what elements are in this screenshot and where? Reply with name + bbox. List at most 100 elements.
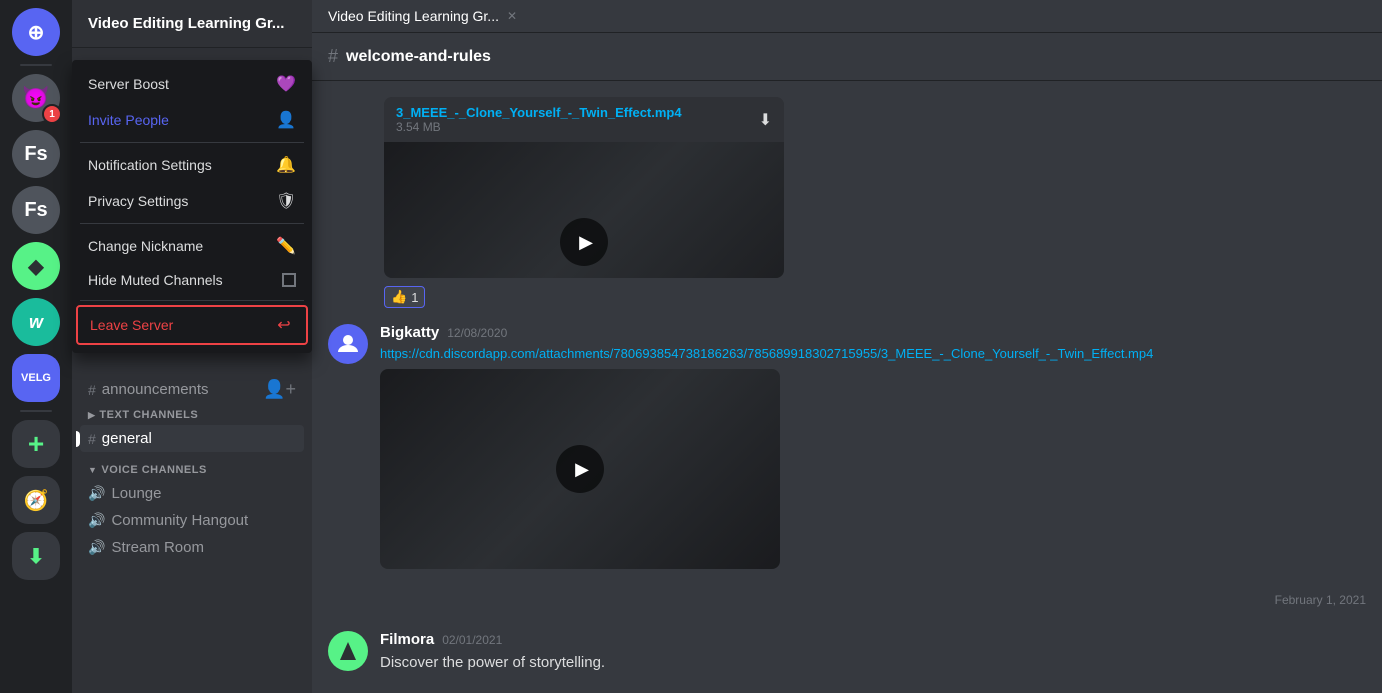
message-content-filmora: Filmora 02/01/2021 Discover the power of… (380, 631, 1366, 673)
server-icon-velg[interactable]: VELG (12, 354, 60, 402)
server-name-header[interactable]: Video Editing Learning Gr... (72, 0, 312, 48)
menu-item-change-nickname[interactable]: Change Nickname ✏️ (76, 228, 308, 264)
channel-header-name: welcome-and-rules (346, 48, 491, 66)
author-name-bigkatty: Bigkatty (380, 324, 439, 341)
timestamp-filmora: 02/01/2021 (442, 633, 502, 647)
reaction-row-1: 👍 1 (384, 286, 1366, 308)
text-channels-label: TEXT CHANNELS (99, 409, 198, 421)
message-content-bigkatty: Bigkatty 12/08/2020 https://cdn.discorda… (380, 324, 1366, 569)
video-play-button-1[interactable] (560, 218, 608, 266)
avatar-filmora (328, 631, 368, 671)
message-text-filmora: Discover the power of storytelling. (380, 652, 1366, 673)
announcements-label: announcements (102, 381, 209, 398)
author-name-filmora: Filmora (380, 631, 434, 648)
menu-item-notification-settings-label: Notification Settings (88, 157, 212, 173)
server-icon-emoji[interactable]: 😈 (12, 74, 60, 122)
server-icon-teal-w[interactable]: w (12, 298, 60, 346)
reaction-emoji: 👍 (391, 289, 407, 305)
leave-icon: ↩ (274, 315, 294, 335)
menu-item-change-nickname-label: Change Nickname (88, 238, 203, 254)
add-member-icon[interactable]: 👤+ (263, 379, 296, 400)
menu-divider-3 (80, 300, 304, 301)
stream-speaker-icon: 🔊 (88, 539, 105, 556)
server-icon-discord-home[interactable]: ⊕ (12, 8, 60, 56)
voice-channels-label: VOICE CHANNELS (101, 464, 206, 476)
video-filename-1[interactable]: 3_MEEE_-_Clone_Yourself_-_Twin_Effect.mp… (396, 105, 682, 120)
active-channel-indicator (76, 431, 80, 447)
channel-item-community-hangout[interactable]: 🔊 Community Hangout (80, 507, 304, 534)
server-name-text: Video Editing Learning Gr... (88, 15, 284, 32)
menu-item-leave-server[interactable]: Leave Server ↩ (76, 305, 308, 345)
voice-channels-header[interactable]: ▼ VOICE CHANNELS (80, 460, 304, 480)
video-thumbnail-2[interactable] (380, 369, 780, 569)
channel-item-announcements[interactable]: # announcements 👤+ (80, 374, 304, 405)
server-icon-download[interactable]: ⬇ (12, 532, 60, 580)
channel-header-hash-icon: # (328, 46, 338, 67)
menu-item-invite-people[interactable]: Invite People 👤 (76, 102, 308, 138)
server-icon-fs1[interactable]: Fs (12, 130, 60, 178)
server-list: ⊕ 😈 Fs Fs ◆ w VELG + 🧭 ⬇ (0, 0, 72, 693)
video-download-icon-1[interactable]: ⬇ (759, 110, 772, 130)
channel-list: # announcements 👤+ ▶ TEXT CHANNELS # gen… (72, 358, 312, 585)
message-row-bigkatty: Bigkatty 12/08/2020 https://cdn.discorda… (328, 320, 1366, 573)
channel-item-general[interactable]: # general (80, 425, 304, 452)
server-icon-fs2[interactable]: Fs (12, 186, 60, 234)
menu-item-notification-settings[interactable]: Notification Settings 🔔 (76, 147, 308, 183)
tab-close-button[interactable]: ✕ (507, 9, 517, 23)
edit-icon: ✏️ (276, 236, 296, 256)
main-content: Video Editing Learning Gr... ✕ # welcome… (312, 0, 1382, 693)
server-tab-title[interactable]: Video Editing Learning Gr... ✕ (312, 0, 533, 32)
menu-item-privacy-settings[interactable]: Privacy Settings 🛡 (76, 183, 308, 219)
date-divider: February 1, 2021 (328, 593, 1366, 607)
menu-item-hide-muted[interactable]: Hide Muted Channels (76, 264, 308, 296)
announcements-hash-icon: # (88, 382, 96, 398)
text-channels-header[interactable]: ▶ TEXT CHANNELS (80, 405, 304, 425)
avatar-bigkatty (328, 324, 368, 364)
video-header-1: 3_MEEE_-_Clone_Yourself_-_Twin_Effect.mp… (384, 97, 784, 142)
menu-divider-2 (80, 223, 304, 224)
menu-item-server-boost[interactable]: Server Boost 💜 (76, 66, 308, 102)
channel-header: # welcome-and-rules (312, 33, 1382, 81)
timestamp-bigkatty: 12/08/2020 (447, 326, 507, 340)
context-menu: Server Boost 💜 Invite People 👤 Notificat… (72, 60, 312, 353)
server-icon-green[interactable]: ◆ (12, 242, 60, 290)
checkbox-icon (282, 273, 296, 287)
server-divider (20, 64, 52, 66)
menu-item-invite-people-label: Invite People (88, 112, 169, 128)
channel-item-stream-room[interactable]: 🔊 Stream Room (80, 534, 304, 561)
notification-icon: 🔔 (276, 155, 296, 175)
message-row-filmora: Filmora 02/01/2021 Discover the power of… (328, 627, 1366, 677)
channel-stream-room-label: Stream Room (111, 539, 204, 556)
video-attachment-2 (380, 369, 780, 569)
lounge-speaker-icon: 🔊 (88, 485, 105, 502)
boost-icon: 💜 (276, 74, 296, 94)
privacy-icon: 🛡 (276, 191, 296, 211)
invite-icon: 👤 (276, 110, 296, 130)
server-divider-2 (20, 410, 52, 412)
video-file-info-1: 3_MEEE_-_Clone_Yourself_-_Twin_Effect.mp… (396, 105, 682, 134)
chat-messages: 3_MEEE_-_Clone_Yourself_-_Twin_Effect.mp… (312, 81, 1382, 693)
menu-item-privacy-settings-label: Privacy Settings (88, 193, 188, 209)
channel-general-label: general (102, 430, 152, 447)
menu-item-leave-server-label: Leave Server (90, 317, 173, 333)
reaction-count: 1 (411, 290, 418, 305)
channel-community-hangout-label: Community Hangout (111, 512, 248, 529)
channel-item-lounge[interactable]: 🔊 Lounge (80, 480, 304, 507)
video-filesize-1: 3.54 MB (396, 120, 682, 134)
message-link-bigkatty[interactable]: https://cdn.discordapp.com/attachments/7… (380, 346, 1153, 361)
voice-channels-section: ▼ VOICE CHANNELS 🔊 Lounge 🔊 Community Ha… (80, 460, 304, 561)
thumbsup-reaction[interactable]: 👍 1 (384, 286, 425, 308)
menu-item-hide-muted-label: Hide Muted Channels (88, 272, 223, 288)
video-play-button-2[interactable] (556, 445, 604, 493)
community-speaker-icon: 🔊 (88, 512, 105, 529)
server-icon-explore[interactable]: 🧭 (12, 476, 60, 524)
text-channels-section: ▶ TEXT CHANNELS # general (80, 405, 304, 452)
tab-bar: Video Editing Learning Gr... ✕ (312, 0, 1382, 33)
channel-lounge-label: Lounge (111, 485, 161, 502)
server-icon-add[interactable]: + (12, 420, 60, 468)
text-channels-chevron: ▶ (88, 410, 95, 421)
voice-channels-chevron: ▼ (88, 465, 97, 475)
date-divider-text: February 1, 2021 (1275, 593, 1366, 607)
tab-server-name: Video Editing Learning Gr... (328, 8, 499, 24)
video-thumbnail-1[interactable] (384, 142, 784, 278)
